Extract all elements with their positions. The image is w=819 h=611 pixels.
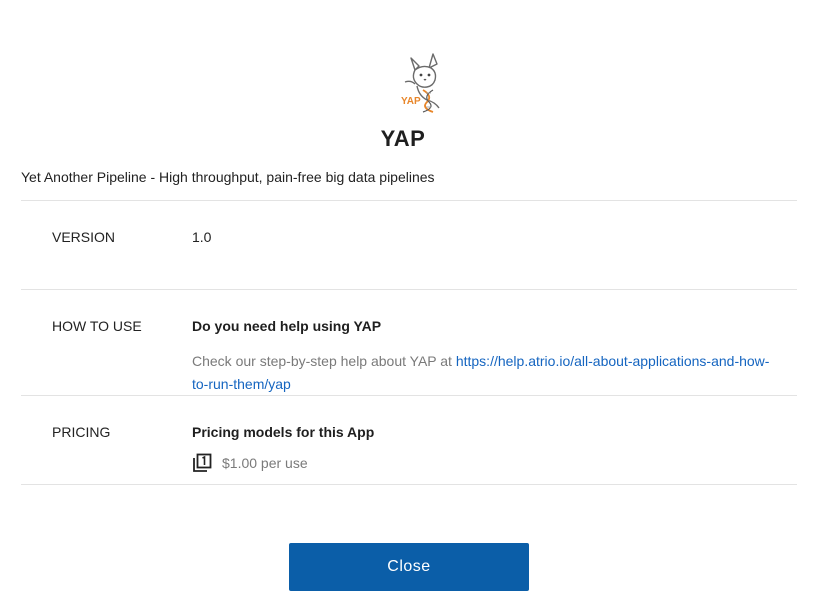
version-label: VERSION bbox=[52, 229, 116, 245]
app-description: Yet Another Pipeline - High throughput, … bbox=[21, 169, 435, 185]
help-text-prefix: Check our step-by-step help about YAP at bbox=[192, 353, 456, 369]
version-value: 1.0 bbox=[192, 229, 212, 245]
filter-1-icon bbox=[193, 453, 212, 472]
pricing-label: PRICING bbox=[52, 424, 111, 440]
pricing-price: $1.00 per use bbox=[222, 455, 308, 471]
how-to-use-label: HOW TO USE bbox=[52, 318, 142, 334]
help-text: Check our step-by-step help about YAP at… bbox=[192, 350, 782, 396]
close-button[interactable]: Close bbox=[289, 543, 529, 591]
pricing-model: $1.00 per use bbox=[192, 453, 308, 473]
how-to-use-heading: Do you need help using YAP bbox=[192, 318, 382, 334]
divider-pricing bbox=[21, 484, 797, 485]
logo-text: YAP bbox=[401, 96, 421, 107]
divider-version bbox=[21, 289, 797, 290]
divider-how-to-use bbox=[21, 395, 797, 396]
divider-top bbox=[21, 200, 797, 201]
app-title: YAP bbox=[380, 126, 426, 151]
pricing-heading: Pricing models for this App bbox=[192, 424, 375, 440]
yap-logo: YAP bbox=[401, 53, 440, 113]
